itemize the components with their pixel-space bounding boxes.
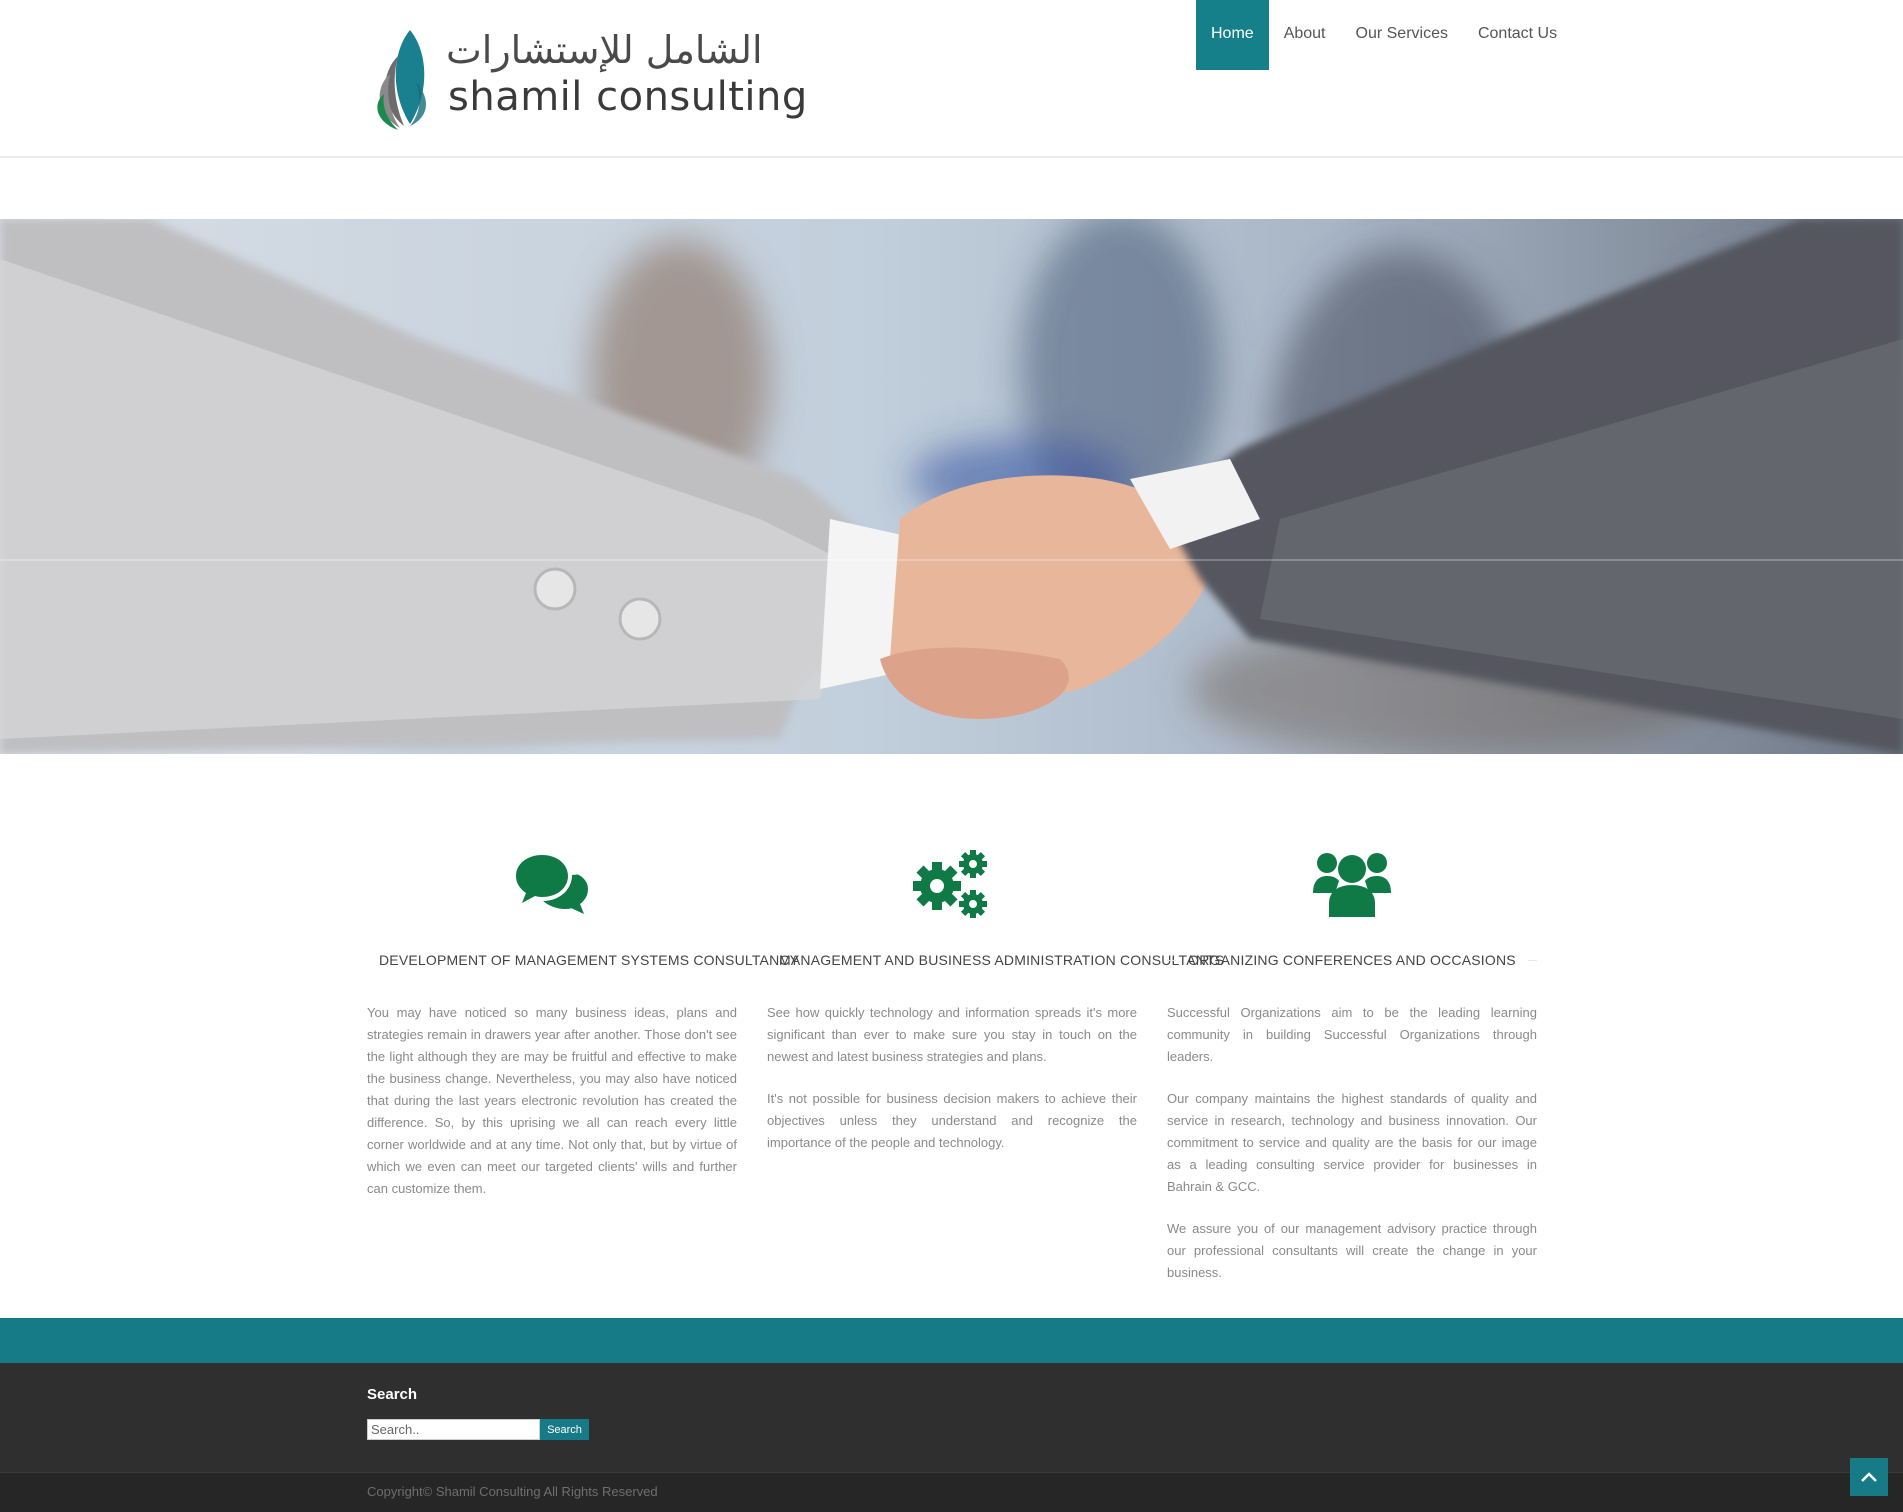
feature-conferences: ORGANIZING CONFERENCES AND OCCASIONS Suc… <box>1167 845 1537 1285</box>
nav-our-services[interactable]: Our Services <box>1341 0 1463 70</box>
site-footer: Search Search <box>0 1363 1903 1472</box>
feature-paragraph: See how quickly technology and informati… <box>767 1005 1137 1064</box>
site-header: الشامل للإستشارات shamil consulting Home… <box>0 0 1903 158</box>
feature-paragraph: Our company maintains the highest standa… <box>1167 1091 1537 1194</box>
handshake-image <box>0 219 1903 754</box>
accent-strip <box>0 1318 1903 1363</box>
copyright-text: Copyright© Shamil Consulting All Rights … <box>367 1484 658 1499</box>
chevron-up-icon <box>1861 1472 1877 1482</box>
copyright-bar: Copyright© Shamil Consulting All Rights … <box>0 1472 1903 1512</box>
feature-paragraph: Successful Organizations aim to be the l… <box>1167 1005 1537 1064</box>
gears-icon <box>767 845 1137 923</box>
feature-description: Successful Organizations aim to be the l… <box>1167 1002 1537 1284</box>
nav-home[interactable]: Home <box>1196 0 1269 70</box>
leaf-logo-icon <box>377 30 427 130</box>
features-section: DEVELOPMENT OF MANAGEMENT SYSTEMS CONSUL… <box>367 845 1537 1285</box>
logo-arabic-text: الشامل للإستشارات <box>446 28 763 72</box>
feature-paragraph: We assure you of our management advisory… <box>1167 1221 1537 1280</box>
main-nav: Home About Our Services Contact Us <box>1196 0 1572 70</box>
search-widget-title: Search <box>367 1386 418 1403</box>
nav-about[interactable]: About <box>1269 0 1341 70</box>
search-input[interactable] <box>367 1419 540 1440</box>
site-logo[interactable]: الشامل للإستشارات shamil consulting <box>370 22 807 134</box>
feature-title: DEVELOPMENT OF MANAGEMENT SYSTEMS CONSUL… <box>379 952 800 968</box>
feature-business-administration: MANAGEMENT AND BUSINESS ADMINISTRATION C… <box>767 845 1224 1285</box>
feature-description: See how quickly technology and informati… <box>767 1002 1137 1154</box>
logo-latin-text: shamil consulting <box>448 74 808 120</box>
feature-title: MANAGEMENT AND BUSINESS ADMINISTRATION C… <box>779 952 1225 968</box>
feature-paragraph: It's not possible for business decision … <box>767 1091 1137 1150</box>
chat-bubbles-icon <box>367 845 737 923</box>
feature-paragraph: You may have noticed so many business id… <box>367 1005 737 1196</box>
feature-description: You may have noticed so many business id… <box>367 1002 737 1200</box>
hero-banner <box>0 219 1903 754</box>
group-users-icon <box>1167 845 1537 923</box>
back-to-top-button[interactable] <box>1850 1458 1888 1496</box>
feature-management-systems: DEVELOPMENT OF MANAGEMENT SYSTEMS CONSUL… <box>367 845 799 1285</box>
feature-title: ORGANIZING CONFERENCES AND OCCASIONS <box>1188 952 1516 968</box>
nav-contact-us[interactable]: Contact Us <box>1463 0 1572 70</box>
search-button[interactable]: Search <box>540 1419 589 1440</box>
